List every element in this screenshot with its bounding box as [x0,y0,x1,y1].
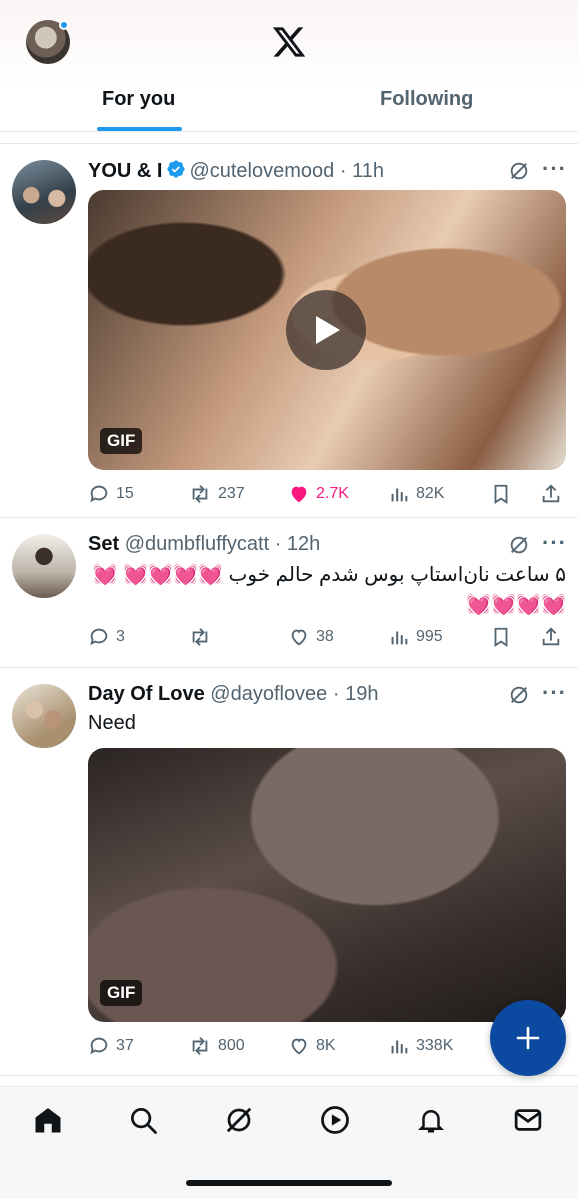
post-media[interactable]: GIF [88,748,566,1022]
like-count: 2.7K [316,485,349,502]
repost-button[interactable]: 800 [188,1034,245,1058]
like-button[interactable]: 2.7K [288,482,349,506]
author-handle[interactable]: @dayoflovee [210,683,327,705]
post-text: ۵ ساعت نان‌استاپ بوس شدم حالم خوب 💓💓💓💓 💓… [92,564,566,616]
avatar[interactable] [12,160,76,224]
heart-icon [291,1038,307,1055]
post-header: Day Of Love @dayoflovee · 19h [88,683,379,705]
bookmark-icon[interactable] [490,482,512,506]
views-icon [391,488,408,502]
notifications-icon[interactable] [416,1105,446,1135]
repost-button[interactable]: 237 [188,482,245,506]
more-icon[interactable]: ··· [542,532,567,554]
play-button[interactable] [286,290,366,370]
bookmark-icon[interactable] [490,625,512,649]
play-icon [316,316,340,344]
share-icon[interactable] [540,625,562,649]
more-icon[interactable]: ··· [542,158,567,180]
active-tab-indicator [97,127,182,131]
gif-badge: GIF [100,428,143,454]
views-button[interactable]: 82K [388,482,444,506]
views-count: 338K [416,1037,454,1054]
like-count: 8K [316,1037,336,1054]
post-actions: 3 38 995 [88,625,566,649]
top-header: For you Following [0,0,578,132]
post-header: YOU & I @cutelovemood · 11h [88,160,384,182]
grok-icon[interactable] [508,160,530,182]
plus-icon [516,1026,540,1050]
messages-icon[interactable] [513,1105,543,1135]
video-icon[interactable] [320,1105,350,1135]
post-text: Need [88,712,136,734]
reply-button[interactable]: 37 [88,1034,134,1058]
author-name[interactable]: Day Of Love [88,683,205,705]
search-icon[interactable] [128,1105,158,1135]
author-name[interactable]: YOU & I [88,160,162,182]
heart-filled-icon [291,486,307,503]
repost-icon [192,628,208,646]
like-count: 38 [316,628,334,645]
views-count: 82K [416,485,445,502]
grok-icon[interactable] [508,684,530,706]
views-icon [391,1040,408,1054]
post[interactable]: Set @dumbfluffycatt · 12h ··· ۵ ساعت نان… [0,518,578,668]
repost-button[interactable] [188,625,218,649]
views-button[interactable]: 995 [388,625,443,649]
like-button[interactable]: 38 [288,625,334,649]
notification-dot [59,20,69,30]
reply-count: 15 [116,485,134,502]
repost-icon [192,1037,208,1055]
views-count: 995 [416,628,443,645]
post-actions: 15 237 2.7K 82K [88,482,566,506]
grok-icon[interactable] [508,534,530,556]
post-media[interactable]: GIF [88,190,566,470]
post-header: Set @dumbfluffycatt · 12h [88,533,321,555]
author-handle[interactable]: @cutelovemood [189,160,334,182]
more-icon[interactable]: ··· [542,682,567,704]
share-icon[interactable] [540,482,562,506]
reply-icon [90,1037,108,1055]
tab-following[interactable]: Following [380,88,473,111]
x-logo-icon[interactable] [270,24,308,60]
author-handle[interactable]: @dumbfluffycatt [125,533,269,555]
avatar[interactable] [12,684,76,748]
repost-count: 237 [218,485,245,502]
post-time[interactable]: 12h [287,533,320,555]
reply-count: 3 [116,628,125,645]
tab-for-you[interactable]: For you [102,88,175,111]
gif-badge: GIF [100,980,143,1006]
home-icon[interactable] [33,1105,63,1135]
reply-button[interactable]: 15 [88,482,134,506]
avatar[interactable] [12,534,76,598]
repost-icon [192,485,208,503]
post[interactable]: Day Of Love @dayoflovee · 19h ··· Need G… [0,668,578,1076]
reply-button[interactable]: 3 [88,625,125,649]
views-button[interactable]: 338K [388,1034,453,1058]
reply-icon [90,485,108,503]
reply-icon [90,628,108,646]
author-name[interactable]: Set [88,533,119,555]
home-indicator [186,1180,392,1186]
verified-badge-icon [167,160,185,178]
reply-count: 37 [116,1037,134,1054]
grok-icon[interactable] [224,1105,254,1135]
heart-icon [291,629,307,646]
compose-button[interactable] [490,1000,566,1076]
post-time[interactable]: 11h [352,160,384,182]
views-icon [391,631,408,645]
post-time[interactable]: 19h [345,683,378,705]
repost-count: 800 [218,1037,245,1054]
like-button[interactable]: 8K [288,1034,336,1058]
post[interactable]: YOU & I @cutelovemood · 11h ··· GIF 15 23… [0,144,578,518]
